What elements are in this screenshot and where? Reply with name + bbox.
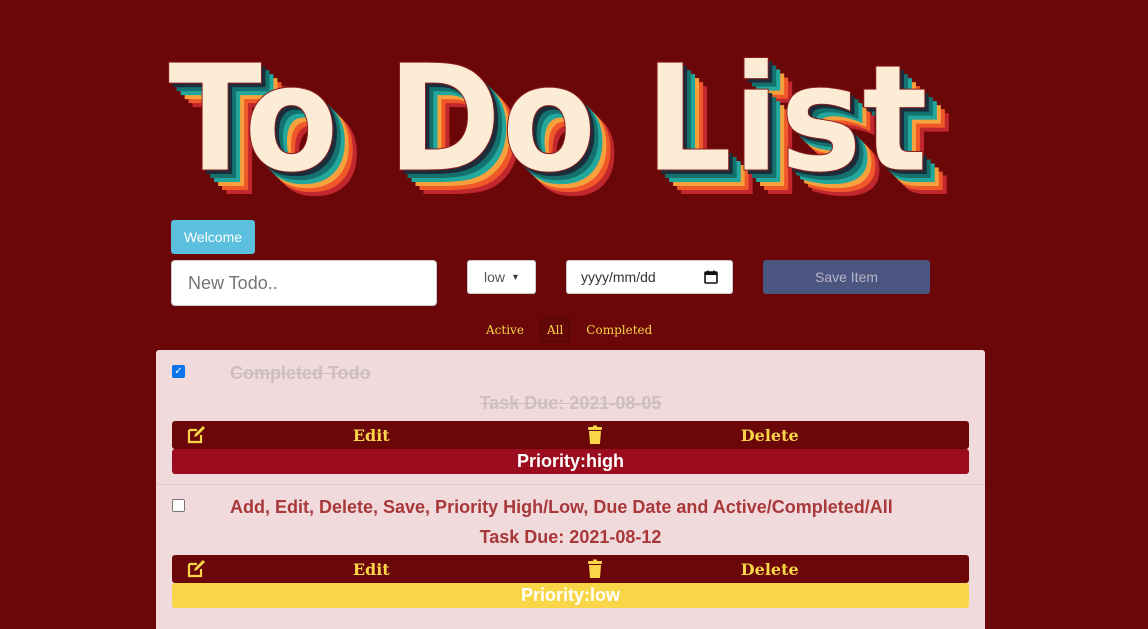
delete-button[interactable]: Delete xyxy=(570,555,969,583)
edit-label: Edit xyxy=(352,425,390,445)
todo-title: Add, Edit, Delete, Save, Priority High/L… xyxy=(230,497,893,517)
todo-item: Add, Edit, Delete, Save, Priority High/L… xyxy=(156,484,985,618)
todo-actions: Edit Delete xyxy=(172,555,969,583)
priority-select[interactable]: low ▾ xyxy=(467,260,536,294)
todo-item: ✓ Completed Todo Task Due: 2021-08-05 Ed… xyxy=(156,350,985,485)
delete-label: Delete xyxy=(740,425,799,445)
priority-badge: Priority:high xyxy=(172,449,969,474)
priority-badge: Priority:low xyxy=(172,583,969,608)
edit-button[interactable]: Edit xyxy=(172,555,571,583)
filter-completed[interactable]: Completed xyxy=(580,319,658,341)
welcome-button[interactable]: Welcome xyxy=(171,220,255,254)
trash-icon xyxy=(587,425,602,444)
logo-graphic: To Do ListTo Do ListTo Do ListTo Do List… xyxy=(168,42,953,212)
todo-checkbox[interactable]: ✓ xyxy=(172,365,185,378)
delete-label: Delete xyxy=(740,559,799,579)
filter-tabs: Active All Completed xyxy=(480,318,658,342)
due-date-input[interactable]: yyyy/mm/dd xyxy=(566,260,733,294)
logo-title: To Do List xyxy=(168,42,928,205)
filter-active[interactable]: Active xyxy=(480,319,530,341)
edit-icon xyxy=(187,560,205,578)
edit-icon xyxy=(187,426,205,444)
priority-select-value: low xyxy=(484,269,506,285)
app-logo: To Do List To Do List To Do List To Do List… xyxy=(160,42,960,212)
filter-all[interactable]: All xyxy=(539,318,571,342)
chevron-down-icon: ▾ xyxy=(513,271,519,283)
date-placeholder: yyyy/mm/dd xyxy=(581,269,656,285)
edit-button[interactable]: Edit xyxy=(172,421,571,449)
delete-button[interactable]: Delete xyxy=(570,421,969,449)
calendar-icon[interactable] xyxy=(704,270,718,284)
todo-checkbox[interactable] xyxy=(172,499,185,512)
todo-actions: Edit Delete xyxy=(172,421,969,449)
new-todo-input[interactable] xyxy=(171,260,437,306)
save-item-button[interactable]: Save Item xyxy=(763,260,930,294)
trash-icon xyxy=(587,559,602,578)
todo-due-date: Task Due: 2021-08-12 xyxy=(479,527,662,547)
todo-due-date: Task Due: 2021-08-05 xyxy=(479,393,662,413)
edit-label: Edit xyxy=(352,559,390,579)
todo-title: Completed Todo xyxy=(230,363,371,383)
todo-list: ✓ Completed Todo Task Due: 2021-08-05 Ed… xyxy=(156,350,985,629)
